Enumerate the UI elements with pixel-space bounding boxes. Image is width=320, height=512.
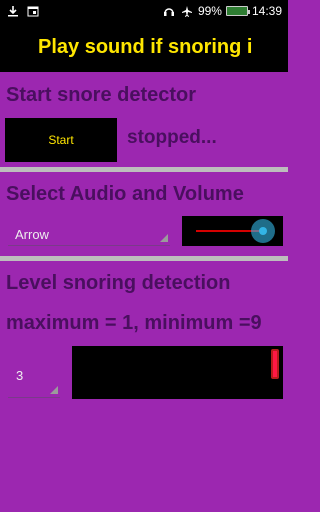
title-bar: Play sound if snoring i: [0, 24, 288, 72]
start-heading: Start snore detector: [6, 84, 197, 106]
battery-percent: 99%: [197, 4, 222, 18]
headphones-icon: [162, 4, 176, 18]
divider-1: [0, 167, 288, 172]
audio-heading: Select Audio and Volume: [6, 183, 244, 205]
divider-2: [0, 256, 288, 261]
detector-status: stopped...: [127, 127, 217, 148]
battery-icon: [225, 6, 250, 16]
status-left: [6, 4, 40, 18]
volume-slider[interactable]: [182, 216, 283, 246]
dropdown-arrow-icon: [160, 234, 168, 242]
calendar-icon: [26, 4, 40, 18]
status-bar: 99% 14:39: [0, 0, 288, 24]
level-heading: Level snoring detection: [6, 272, 231, 294]
sound-level-bar: [271, 349, 279, 379]
airplane-icon: [180, 4, 194, 18]
clock: 14:39: [251, 4, 282, 18]
level-range-text: maximum = 1, minimum =9: [6, 312, 262, 334]
level-select-value: 3: [16, 368, 24, 383]
level-select[interactable]: 3: [8, 360, 60, 398]
audio-select-value: Arrow: [15, 227, 49, 242]
volume-slider-thumb[interactable]: [250, 219, 275, 243]
sound-level-meter: [72, 346, 283, 399]
audio-select[interactable]: Arrow: [8, 222, 170, 246]
dropdown-arrow-icon: [50, 386, 58, 394]
status-right: 99% 14:39: [162, 4, 282, 18]
start-button[interactable]: Start: [5, 118, 117, 162]
app-title: Play sound if snoring i: [38, 36, 253, 58]
download-icon: [6, 4, 20, 18]
